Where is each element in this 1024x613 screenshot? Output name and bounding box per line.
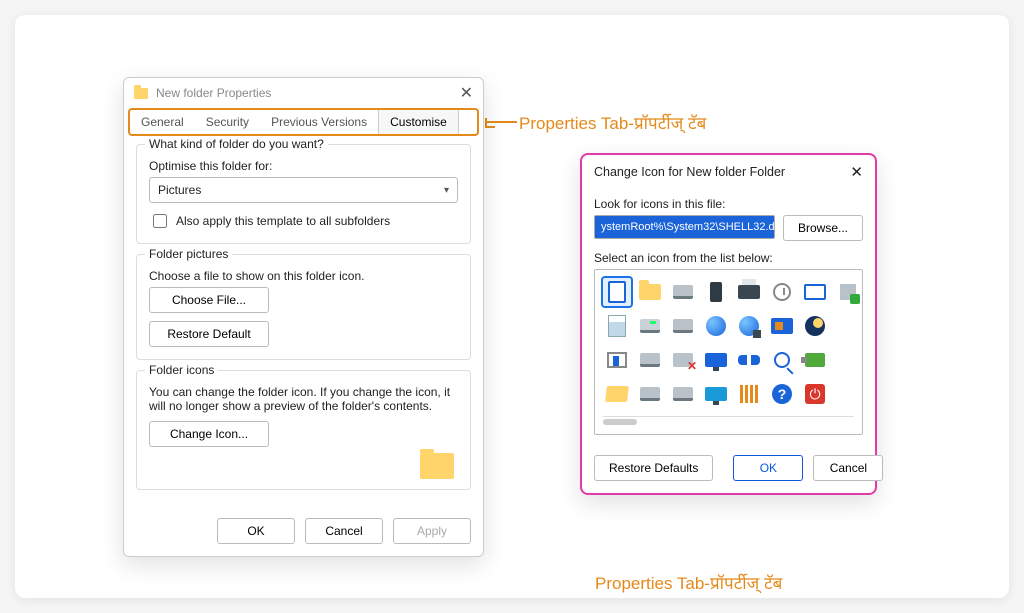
power-icon[interactable]: ⏻: [801, 380, 829, 408]
group-folder-icons: Folder icons You can change the folder i…: [136, 370, 471, 490]
change-icon-dialog: Change Icon for New folder Folder ✕ Look…: [580, 153, 877, 495]
tab-general[interactable]: General: [130, 110, 195, 134]
tab-customise[interactable]: Customise: [378, 110, 459, 134]
dialog-buttons: OK Cancel Apply: [124, 510, 483, 556]
dialog-title: Change Icon for New folder Folder: [594, 165, 785, 179]
icon-path-input[interactable]: ystemRoot%\System32\SHELL32.dll: [594, 215, 775, 239]
monitor-icon[interactable]: [702, 380, 730, 408]
night-icon[interactable]: [801, 312, 829, 340]
optimise-label: Optimise this folder for:: [149, 159, 458, 173]
ok-button[interactable]: OK: [217, 518, 295, 544]
annotation-top: Properties Tab-प्रॉपर्टीज् टॅब: [519, 111, 706, 134]
usb-icon[interactable]: [801, 346, 829, 374]
display-settings-icon[interactable]: [768, 312, 796, 340]
window-blue-icon[interactable]: [603, 346, 631, 374]
pc-tower-icon[interactable]: [702, 278, 730, 306]
icon-list: ?⏻: [594, 269, 863, 435]
group-title: What kind of folder do you want?: [145, 137, 328, 151]
group-folder-pictures: Folder pictures Choose a file to show on…: [136, 254, 471, 360]
drive-icon[interactable]: [636, 380, 664, 408]
close-icon[interactable]: ✕: [460, 83, 473, 103]
drive-icon[interactable]: [669, 278, 697, 306]
blank-icon: [834, 346, 862, 374]
tab-strip: General Security Previous Versions Custo…: [128, 108, 479, 136]
network-pc-icon[interactable]: [702, 346, 730, 374]
blank-icon: [834, 380, 862, 408]
document-icon[interactable]: [603, 278, 631, 306]
group-title: Folder icons: [145, 363, 218, 377]
select-value: Pictures: [158, 183, 201, 197]
drive-icon[interactable]: [669, 380, 697, 408]
choose-file-button[interactable]: Choose File...: [149, 287, 269, 313]
drive-icon[interactable]: [636, 346, 664, 374]
ok-button[interactable]: OK: [733, 455, 803, 481]
help-icon[interactable]: ?: [768, 380, 796, 408]
restore-default-button[interactable]: Restore Default: [149, 321, 269, 347]
group-title: Folder pictures: [145, 247, 232, 261]
checkbox-label: Also apply this template to all subfolde…: [176, 214, 390, 228]
properties-dialog: New folder Properties ✕ General Security…: [123, 77, 484, 557]
open-folder-icon[interactable]: [603, 380, 631, 408]
folder-icons-desc: You can change the folder icon. If you c…: [149, 385, 458, 413]
tab-previous-versions[interactable]: Previous Versions: [260, 110, 378, 134]
folder-icon[interactable]: [636, 278, 664, 306]
globe-icon[interactable]: [702, 312, 730, 340]
scrollbar[interactable]: [603, 416, 854, 426]
drive-icon[interactable]: [669, 312, 697, 340]
restore-defaults-button[interactable]: Restore Defaults: [594, 455, 713, 481]
look-for-label: Look for icons in this file:: [594, 197, 863, 211]
printer-icon[interactable]: [735, 278, 763, 306]
change-icon-button[interactable]: Change Icon...: [149, 421, 269, 447]
share-icon[interactable]: [834, 278, 862, 306]
search-icon[interactable]: [768, 346, 796, 374]
tab-security[interactable]: Security: [195, 110, 260, 134]
folder-icon: [134, 88, 148, 99]
group-folder-kind: What kind of folder do you want? Optimis…: [136, 144, 471, 244]
browse-button[interactable]: Browse...: [783, 215, 863, 241]
window-icon[interactable]: [801, 278, 829, 306]
also-apply-checkbox[interactable]: Also apply this template to all subfolde…: [149, 211, 458, 231]
cancel-button[interactable]: Cancel: [305, 518, 383, 544]
select-icon-label: Select an icon from the list below:: [594, 251, 863, 265]
window-title: New folder Properties: [156, 86, 271, 100]
optimise-select[interactable]: Pictures ▾: [149, 177, 458, 203]
network-globe-icon[interactable]: [735, 312, 763, 340]
titlebar: New folder Properties ✕: [124, 78, 483, 108]
folder-preview-icon: [420, 453, 454, 479]
text-file-icon[interactable]: [603, 312, 631, 340]
close-icon[interactable]: ✕: [850, 163, 863, 181]
cancel-button[interactable]: Cancel: [813, 455, 883, 481]
folder-pictures-desc: Choose a file to show on this folder ico…: [149, 269, 458, 283]
checkbox-input[interactable]: [153, 214, 167, 228]
dialog-header: Change Icon for New folder Folder ✕: [582, 155, 875, 189]
blank-icon: [834, 312, 862, 340]
optical-drive-icon[interactable]: [636, 312, 664, 340]
network-link-icon[interactable]: [735, 346, 763, 374]
chevron-down-icon: ▾: [444, 185, 449, 196]
grid-icon[interactable]: [735, 380, 763, 408]
annotation-bottom: Properties Tab-प्रॉपर्टीज् टॅब: [595, 571, 782, 594]
apply-button[interactable]: Apply: [393, 518, 471, 544]
clock-icon[interactable]: [768, 278, 796, 306]
drive-error-icon[interactable]: [669, 346, 697, 374]
